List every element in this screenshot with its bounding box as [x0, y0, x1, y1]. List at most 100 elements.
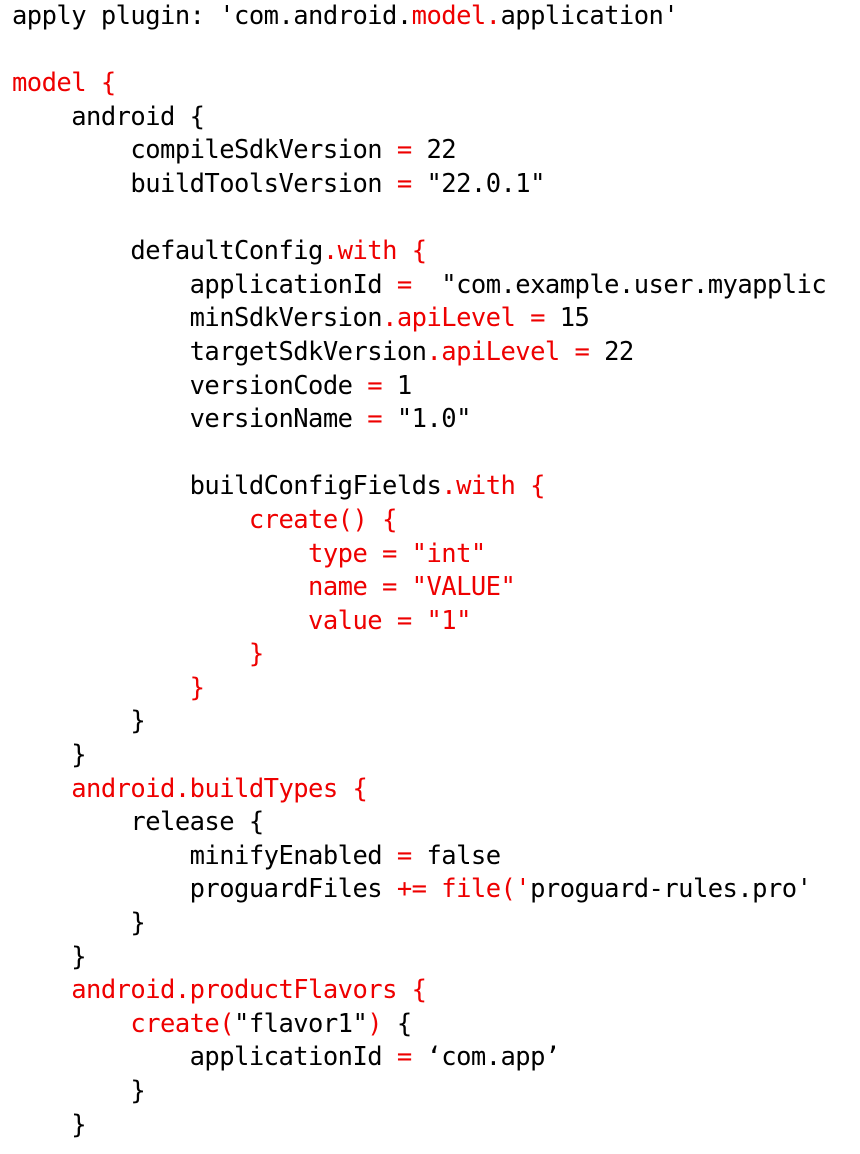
code-token: android.productFlavors { [71, 975, 427, 1006]
code-token: .apiLevel [426, 336, 560, 367]
code-token: model { [12, 68, 116, 99]
code-line: } [12, 941, 860, 975]
code-token: versionName [12, 404, 368, 435]
code-token: android { [12, 101, 205, 132]
code-line: create() { [12, 504, 860, 538]
code-token: } [12, 706, 146, 737]
code-line: value = "1" [12, 605, 860, 639]
code-token: 1 [382, 370, 412, 401]
code-token: { [382, 1008, 412, 1039]
code-token: apply plugin: 'com.android. [12, 1, 412, 31]
code-line: } [12, 638, 860, 672]
code-line: name = "VALUE" [12, 571, 860, 605]
code-token: = [367, 370, 383, 401]
code-line: versionName = "1.0" [12, 403, 860, 437]
code-line: } [12, 672, 860, 706]
code-token: defaultConfig [12, 236, 323, 267]
code-token: = [396, 135, 412, 166]
code-token: 15 [544, 303, 590, 334]
code-token: value = "1" [308, 605, 471, 636]
code-line: } [12, 1075, 860, 1109]
code-token: .with [322, 236, 398, 267]
code-token: versionCode [12, 370, 368, 401]
code-line: minSdkVersion.apiLevel = 15 [12, 302, 860, 336]
code-token: proguardFiles [12, 874, 397, 905]
code-line: buildToolsVersion = "22.0.1" [12, 168, 860, 202]
code-token: proguard-rules.pro' [530, 874, 812, 905]
code-line: minifyEnabled = false [12, 840, 860, 874]
code-token: = [530, 303, 545, 334]
code-token: "com.example.user.myapplic [411, 269, 827, 300]
code-token: = [396, 168, 412, 199]
code-token: minifyEnabled [12, 840, 397, 871]
code-token: = [574, 336, 590, 367]
code-token: release { [12, 807, 264, 838]
code-line: } [12, 1109, 860, 1143]
code-token: = [396, 269, 412, 300]
code-line: } [12, 739, 860, 773]
code-token: buildToolsVersion [12, 168, 397, 199]
code-line: applicationId = "com.example.user.myappl… [12, 269, 860, 303]
code-token: "22.0.1" [411, 168, 545, 199]
code-line: proguardFiles += file('proguard-rules.pr… [12, 873, 860, 907]
code-token: 22 [589, 336, 634, 367]
code-token: name = "VALUE" [308, 572, 516, 603]
code-token: create() { [248, 504, 398, 535]
code-token: += [396, 874, 427, 905]
code-line: applicationId = ‘com.app’ [12, 1041, 860, 1075]
code-token: compileSdkVersion [12, 135, 397, 166]
code-line: apply plugin: 'com.android.model.applica… [12, 0, 860, 34]
code-token: type = "int" [308, 538, 486, 569]
code-token: applicationId [12, 269, 397, 300]
code-line: defaultConfig.with { [12, 235, 860, 269]
code-token: ‘com.app’ [411, 1042, 560, 1073]
code-token: { [411, 236, 427, 267]
code-token: applicationId [12, 1042, 397, 1073]
code-token: .apiLevel [382, 303, 516, 334]
code-token: } [12, 941, 87, 972]
code-token: = [396, 840, 412, 871]
code-line: buildConfigFields.with { [12, 470, 860, 504]
code-token: buildConfigFields [12, 471, 442, 502]
code-line: create("flavor1") { [12, 1008, 860, 1042]
code-token: false [411, 840, 501, 871]
code-token: { [530, 471, 545, 502]
code-token: } [12, 1076, 146, 1106]
code-token: model. [411, 1, 501, 31]
code-token: create( [130, 1008, 235, 1039]
code-line: release { [12, 806, 860, 840]
code-line: model { [12, 67, 860, 101]
code-listing[interactable]: apply plugin: 'com.android.model.applica… [0, 0, 860, 1154]
code-token: ) [367, 1008, 383, 1039]
code-token: targetSdkVersion [12, 336, 427, 367]
code-line: android.buildTypes { [12, 773, 860, 807]
code-token: } [12, 740, 87, 771]
code-token: "flavor1" [234, 1008, 368, 1039]
code-token: application' [500, 1, 679, 31]
code-token: = [367, 404, 383, 435]
code-token: = [396, 1042, 412, 1073]
code-token: android.buildTypes { [71, 773, 368, 804]
code-token: file(' [441, 874, 531, 905]
code-line: android.productFlavors { [12, 974, 860, 1008]
code-token: 22 [411, 135, 457, 166]
code-token: } [248, 639, 264, 670]
code-line: targetSdkVersion.apiLevel = 22 [12, 336, 860, 370]
code-token: .with [441, 471, 516, 502]
code-line: versionCode = 1 [12, 370, 860, 404]
code-token: } [189, 672, 205, 703]
